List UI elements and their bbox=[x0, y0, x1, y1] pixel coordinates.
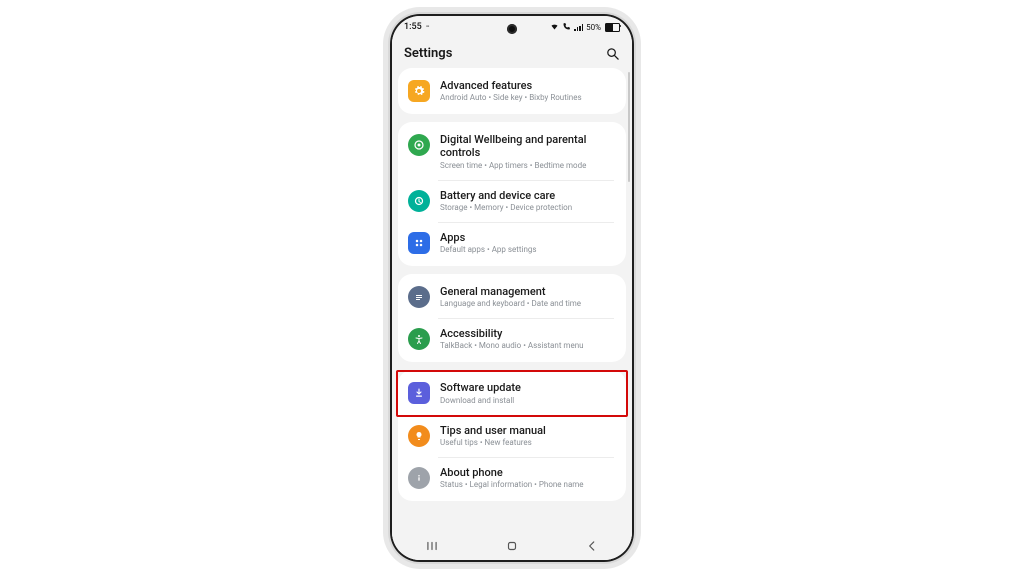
tips-icon bbox=[408, 425, 430, 447]
settings-item-subtitle: Android Auto • Side key • Bixby Routines bbox=[440, 93, 614, 103]
settings-item-apps[interactable]: Apps Default apps • App settings bbox=[398, 222, 626, 264]
settings-item-subtitle: Language and keyboard • Date and time bbox=[440, 299, 614, 309]
settings-item-subtitle: Useful tips • New features bbox=[440, 438, 614, 448]
front-camera bbox=[507, 24, 517, 34]
signal-icon bbox=[574, 24, 583, 31]
phone-screen: 1:55 •• 50% Settings bbox=[392, 16, 632, 560]
settings-item-title: Accessibility bbox=[440, 327, 614, 340]
search-icon bbox=[605, 46, 620, 61]
settings-item-subtitle: Storage • Memory • Device protection bbox=[440, 203, 614, 213]
volte-icon bbox=[562, 22, 571, 33]
wifi-icon bbox=[550, 22, 559, 33]
battery-percent: 50% bbox=[586, 23, 601, 32]
settings-item-subtitle: Screen time • App timers • Bedtime mode bbox=[440, 161, 614, 171]
settings-group: General management Language and keyboard… bbox=[398, 274, 626, 362]
settings-item-general-management[interactable]: General management Language and keyboard… bbox=[398, 276, 626, 318]
accessibility-icon bbox=[408, 328, 430, 350]
advanced-features-icon bbox=[408, 80, 430, 102]
status-time: 1:55 bbox=[404, 22, 422, 32]
settings-item-subtitle: TalkBack • Mono audio • Assistant menu bbox=[440, 341, 614, 351]
settings-item-subtitle: Status • Legal information • Phone name bbox=[440, 480, 614, 490]
battery-icon bbox=[605, 23, 620, 32]
settings-group: Advanced features Android Auto • Side ke… bbox=[398, 68, 626, 114]
settings-item-tips[interactable]: Tips and user manual Useful tips • New f… bbox=[398, 415, 626, 457]
nav-recents-button[interactable] bbox=[425, 539, 439, 553]
settings-item-about-phone[interactable]: About phone Status • Legal information •… bbox=[398, 457, 626, 499]
settings-item-software-update[interactable]: Software update Download and install bbox=[398, 372, 626, 414]
settings-item-subtitle: Download and install bbox=[440, 396, 614, 406]
phone-frame: 1:55 •• 50% Settings bbox=[390, 14, 634, 562]
app-bar: Settings bbox=[392, 38, 632, 68]
settings-item-digital-wellbeing[interactable]: Digital Wellbeing and parental controls … bbox=[398, 124, 626, 179]
settings-item-title: Tips and user manual bbox=[440, 424, 614, 437]
navigation-bar bbox=[392, 532, 632, 560]
wellbeing-icon bbox=[408, 134, 430, 156]
update-icon bbox=[408, 382, 430, 404]
settings-group: Software update Download and install Tip… bbox=[398, 370, 626, 501]
settings-item-accessibility[interactable]: Accessibility TalkBack • Mono audio • As… bbox=[398, 318, 626, 360]
settings-item-title: Apps bbox=[440, 231, 614, 244]
settings-item-title: Software update bbox=[440, 381, 614, 394]
battery-care-icon bbox=[408, 190, 430, 212]
nav-home-button[interactable] bbox=[505, 539, 519, 553]
nav-back-button[interactable] bbox=[585, 539, 599, 553]
settings-list[interactable]: Advanced features Android Auto • Side ke… bbox=[392, 68, 632, 532]
about-icon bbox=[408, 467, 430, 489]
settings-item-title: About phone bbox=[440, 466, 614, 479]
apps-icon bbox=[408, 232, 430, 254]
highlight-annotation: Software update Download and install bbox=[396, 370, 628, 416]
settings-item-advanced-features[interactable]: Advanced features Android Auto • Side ke… bbox=[398, 70, 626, 112]
settings-item-subtitle: Default apps • App settings bbox=[440, 245, 614, 255]
general-icon bbox=[408, 286, 430, 308]
settings-item-title: General management bbox=[440, 285, 614, 298]
settings-item-title: Advanced features bbox=[440, 79, 614, 92]
settings-item-title: Battery and device care bbox=[440, 189, 614, 202]
settings-group: Digital Wellbeing and parental controls … bbox=[398, 122, 626, 266]
page-title: Settings bbox=[404, 46, 452, 61]
settings-item-battery-care[interactable]: Battery and device care Storage • Memory… bbox=[398, 180, 626, 222]
settings-item-title: Digital Wellbeing and parental controls bbox=[440, 133, 614, 159]
search-button[interactable] bbox=[605, 46, 620, 61]
scrollbar[interactable] bbox=[628, 72, 630, 182]
status-notification-dots: •• bbox=[426, 23, 429, 31]
